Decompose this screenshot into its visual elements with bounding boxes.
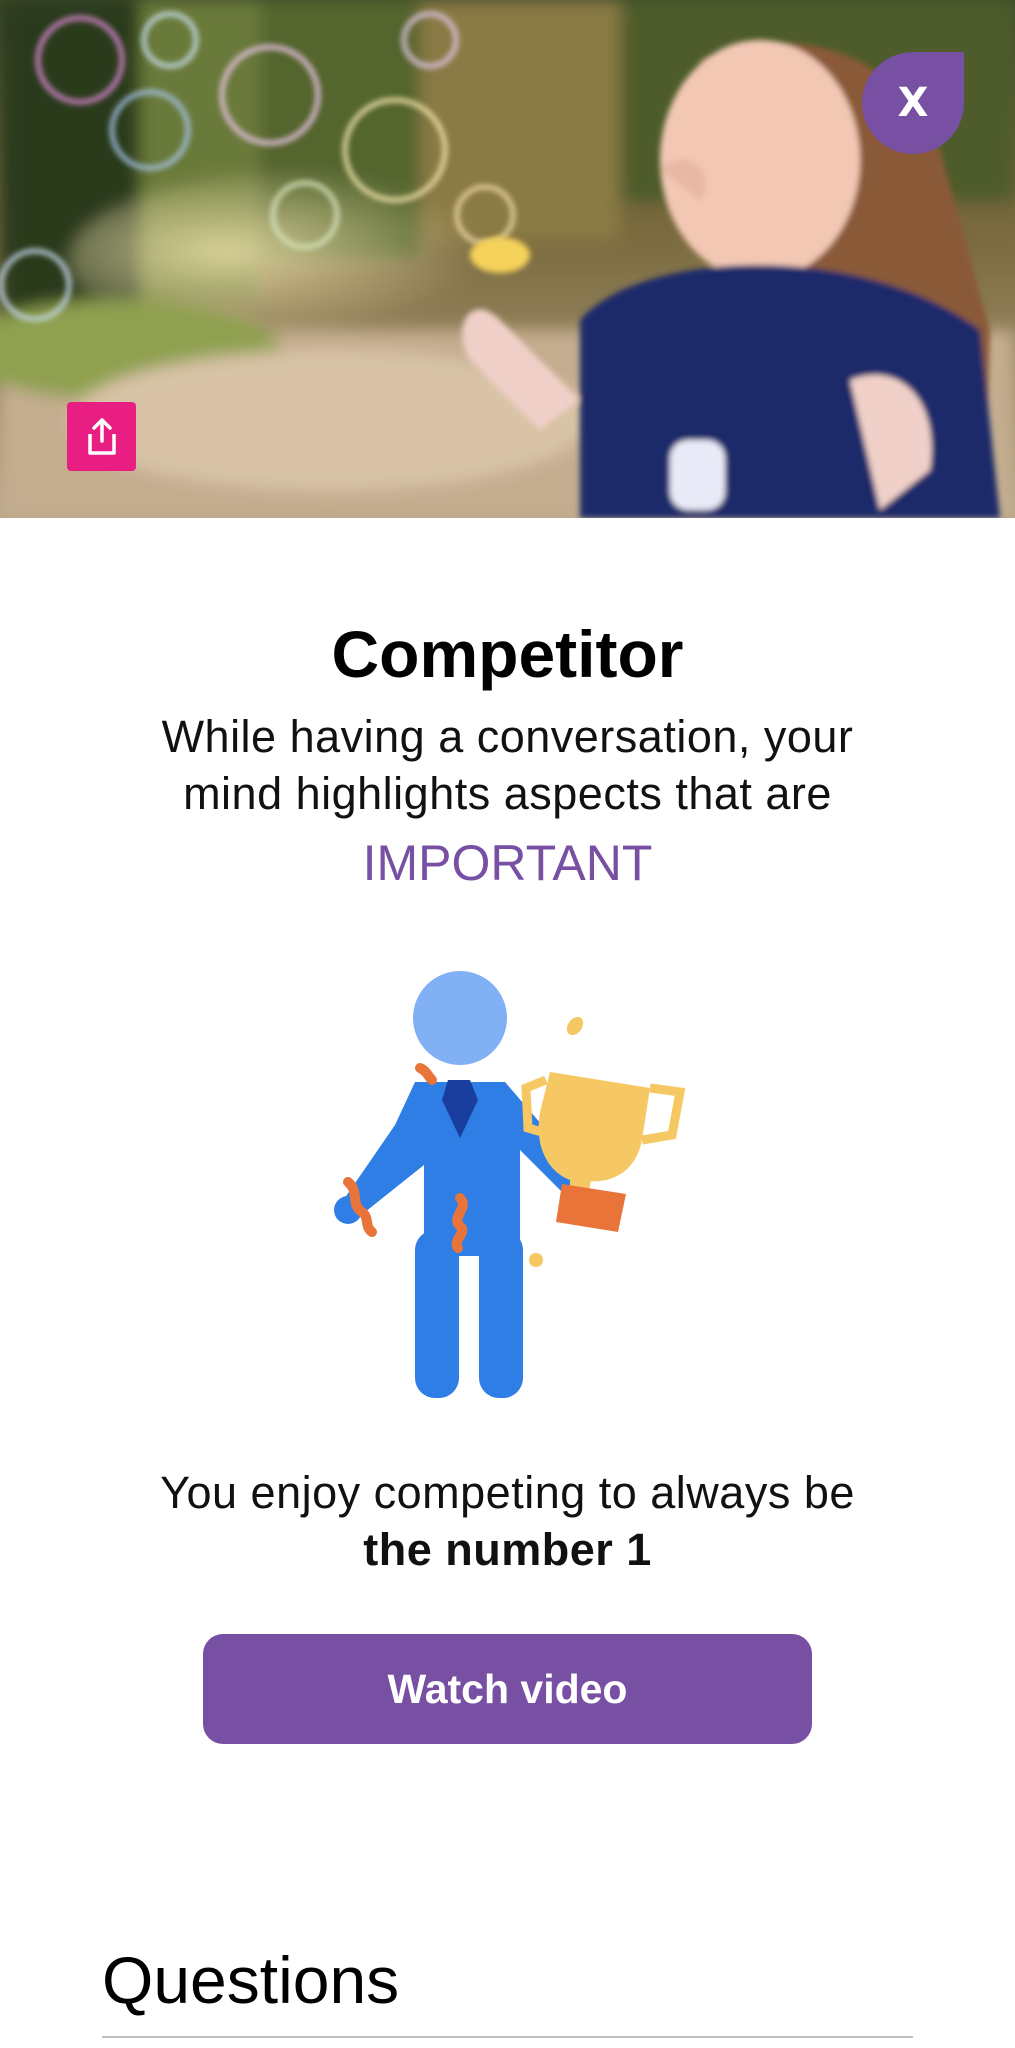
description-text: While having a conversation, your mind h… — [161, 711, 854, 819]
divider — [102, 2036, 913, 2038]
figure-leg-left — [415, 1230, 459, 1398]
page: X Competitor While having a conversation… — [0, 0, 1015, 2048]
statement-text: You enjoy competing to always be the num… — [130, 1464, 885, 1578]
confetti-dot — [529, 1253, 543, 1267]
watch-video-button[interactable]: Watch video — [203, 1634, 812, 1744]
statement-emphasis: the number 1 — [363, 1524, 652, 1575]
hero-photo — [0, 0, 1015, 518]
highlight-text: IMPORTANT — [362, 835, 653, 891]
figure-leg-right — [479, 1230, 523, 1398]
confetti-dot — [566, 1016, 584, 1036]
competitor-illustration — [334, 971, 686, 1398]
page-title: Competitor — [331, 617, 684, 691]
questions-heading: Questions — [102, 1943, 400, 2017]
statement-prefix: You enjoy competing to always be — [160, 1467, 855, 1518]
share-icon — [87, 417, 116, 455]
trophy-cup — [538, 1072, 650, 1182]
squiggle — [415, 1063, 437, 1085]
close-label: X — [897, 80, 929, 126]
watch-video-label: Watch video — [387, 1665, 628, 1712]
close-button[interactable]: X — [862, 52, 964, 154]
share-button[interactable] — [67, 402, 136, 471]
trophy-base — [556, 1184, 626, 1232]
hero-image: X — [0, 0, 1015, 518]
figure-head — [413, 971, 507, 1065]
